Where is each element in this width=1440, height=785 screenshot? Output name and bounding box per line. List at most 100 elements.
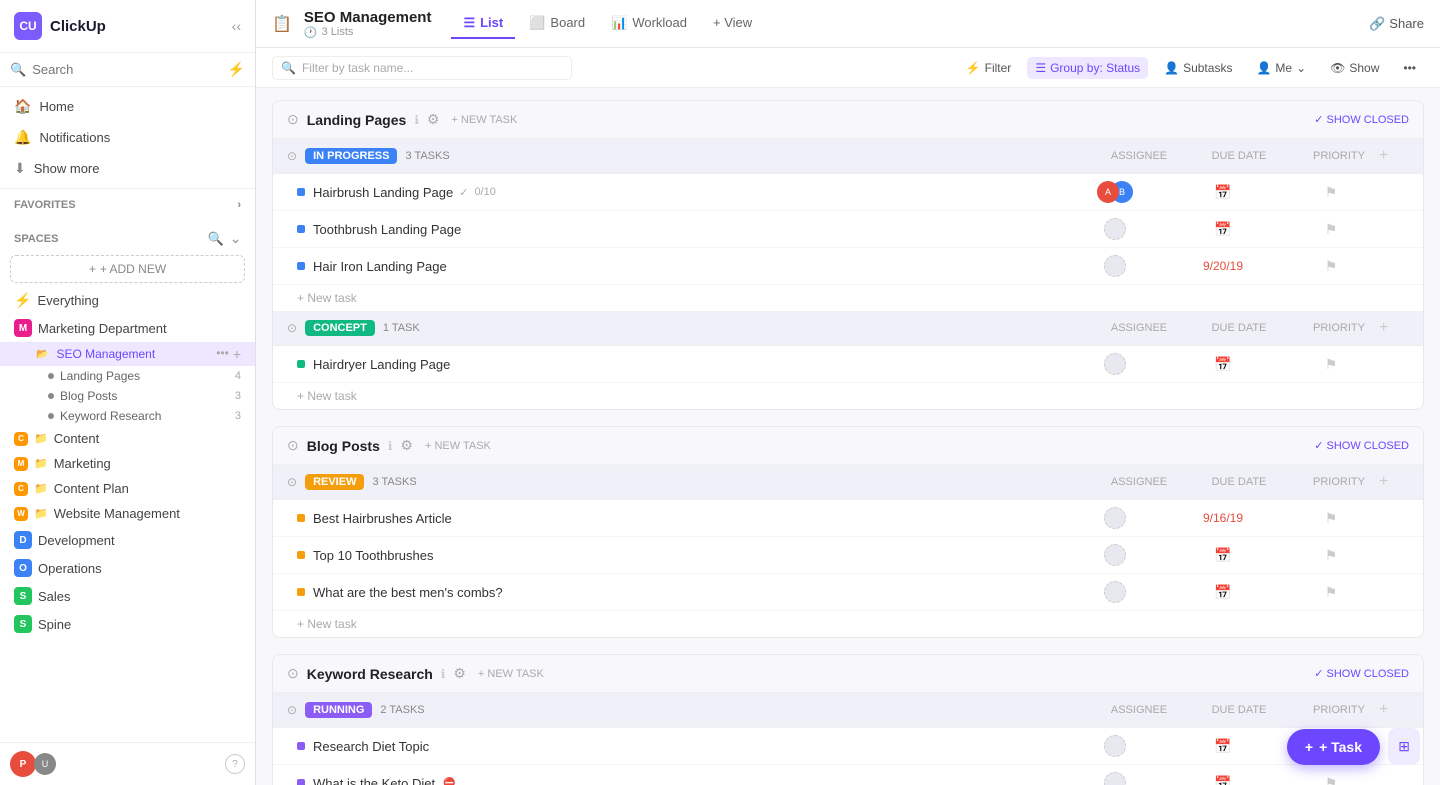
tab-board[interactable]: ⬜ Board: [517, 9, 597, 39]
lightning-icon[interactable]: ⚡: [228, 61, 245, 78]
search-bar[interactable]: 🔍 ⚡: [0, 53, 255, 87]
sidebar-item-content[interactable]: C 📁 Content: [0, 426, 255, 451]
task-assignee[interactable]: [1075, 544, 1155, 566]
user-avatar-2[interactable]: U: [34, 753, 56, 775]
sidebar-item-notifications[interactable]: 🔔 Notifications: [0, 122, 255, 153]
task-assignee[interactable]: [1075, 507, 1155, 529]
grid-view-button[interactable]: ⊞: [1388, 728, 1420, 765]
tab-workload[interactable]: 📊 Workload: [599, 9, 699, 39]
concept-collapse-icon[interactable]: ⊙: [287, 321, 297, 335]
show-button[interactable]: 👁 Show: [1322, 57, 1387, 79]
add-col-icon-3[interactable]: +: [1379, 473, 1409, 491]
new-task-row-1[interactable]: + New task: [273, 285, 1423, 311]
table-row[interactable]: Research Diet Topic 📅 ⚑: [273, 728, 1423, 765]
task-priority[interactable]: ⚑: [1291, 775, 1371, 785]
sidebar-item-operations[interactable]: O Operations: [0, 554, 255, 582]
task-due-date[interactable]: 📅: [1163, 738, 1283, 755]
sidebar-item-home[interactable]: 🏠 Home: [0, 91, 255, 122]
task-priority[interactable]: ⚑: [1291, 258, 1371, 275]
search-input[interactable]: [32, 62, 221, 77]
sidebar-item-development[interactable]: D Development: [0, 526, 255, 554]
table-row[interactable]: Top 10 Toothbrushes 📅 ⚑: [273, 537, 1423, 574]
task-assignee[interactable]: [1075, 255, 1155, 277]
blog-posts-info-icon[interactable]: ℹ: [388, 439, 393, 453]
sidebar-item-marketing-dept[interactable]: M Marketing Department: [0, 314, 255, 342]
task-due-date[interactable]: 📅: [1163, 547, 1283, 564]
search-spaces-icon[interactable]: 🔍: [208, 231, 224, 247]
collapse-sidebar-button[interactable]: ‹‹: [232, 18, 241, 34]
seo-add-icon[interactable]: +: [233, 346, 241, 362]
table-row[interactable]: What is the Keto Diet ⛔ 📅 ⚑: [273, 765, 1423, 785]
help-icon[interactable]: ?: [225, 754, 245, 774]
sidebar-item-seo-management[interactable]: 📂 SEO Management ••• +: [0, 342, 255, 366]
sidebar-item-content-plan[interactable]: C 📁 Content Plan: [0, 476, 255, 501]
review-collapse-icon[interactable]: ⊙: [287, 475, 297, 489]
add-task-button[interactable]: + + Task: [1287, 729, 1380, 765]
sidebar-item-keyword-research[interactable]: Keyword Research 3: [0, 406, 255, 426]
add-new-button[interactable]: + + ADD NEW: [10, 255, 245, 283]
blog-posts-show-closed[interactable]: ✓ SHOW CLOSED: [1314, 439, 1409, 452]
new-task-row-2[interactable]: + New task: [273, 383, 1423, 409]
table-row[interactable]: Toothbrush Landing Page 📅 ⚑: [273, 211, 1423, 248]
task-priority[interactable]: ⚑: [1291, 547, 1371, 564]
table-row[interactable]: Hair Iron Landing Page 9/20/19 ⚑: [273, 248, 1423, 285]
sidebar-item-show-more[interactable]: ⬇ Show more: [0, 153, 255, 184]
table-row[interactable]: What are the best men's combs? 📅 ⚑: [273, 574, 1423, 611]
keyword-research-show-closed[interactable]: ✓ SHOW CLOSED: [1314, 667, 1409, 680]
share-button[interactable]: 🔗 Share: [1369, 16, 1424, 32]
keyword-research-add-task-inline[interactable]: + NEW TASK: [478, 668, 544, 680]
seo-more-icon[interactable]: •••: [216, 346, 229, 362]
task-priority[interactable]: ⚑: [1291, 221, 1371, 238]
spaces-expand-icon[interactable]: ⌄: [230, 231, 241, 247]
blog-posts-collapse-icon[interactable]: ⊙: [287, 437, 299, 454]
add-col-icon-4[interactable]: +: [1379, 701, 1409, 719]
landing-pages-add-task-inline[interactable]: + NEW TASK: [451, 114, 517, 126]
blog-posts-add-task-inline[interactable]: + NEW TASK: [425, 440, 491, 452]
blog-posts-settings-icon[interactable]: ⚙: [400, 437, 413, 454]
task-priority[interactable]: ⚑: [1291, 584, 1371, 601]
group-by-button[interactable]: ☰ Group by: Status: [1027, 57, 1148, 79]
keyword-research-settings-icon[interactable]: ⚙: [453, 665, 466, 682]
task-assignee[interactable]: [1075, 735, 1155, 757]
task-assignee[interactable]: A B: [1075, 181, 1155, 203]
task-due-date[interactable]: 📅: [1163, 775, 1283, 785]
more-options-button[interactable]: •••: [1395, 57, 1424, 79]
task-priority[interactable]: ⚑: [1291, 510, 1371, 527]
new-task-row-3[interactable]: + New task: [273, 611, 1423, 637]
task-priority[interactable]: ⚑: [1291, 184, 1371, 201]
table-row[interactable]: Hairbrush Landing Page ✓ 0/10 A B 📅 ⚑: [273, 174, 1423, 211]
sidebar-item-marketing[interactable]: M 📁 Marketing: [0, 451, 255, 476]
sidebar-item-everything[interactable]: ⚡ Everything: [0, 287, 255, 314]
table-row[interactable]: Hairdryer Landing Page 📅 ⚑: [273, 346, 1423, 383]
task-due-date[interactable]: 9/16/19: [1163, 511, 1283, 525]
filter-button[interactable]: ⚡ Filter: [958, 57, 1020, 79]
add-col-icon-2[interactable]: +: [1379, 319, 1409, 337]
add-col-icon-1[interactable]: +: [1379, 147, 1409, 165]
sidebar-item-sales[interactable]: S Sales: [0, 582, 255, 610]
task-assignee[interactable]: [1075, 581, 1155, 603]
sidebar-item-website-management[interactable]: W 📁 Website Management: [0, 501, 255, 526]
sidebar-item-landing-pages[interactable]: Landing Pages 4: [0, 366, 255, 386]
landing-pages-settings-icon[interactable]: ⚙: [427, 111, 440, 128]
landing-pages-show-closed[interactable]: ✓ SHOW CLOSED: [1314, 113, 1409, 126]
sidebar-item-spine[interactable]: S Spine: [0, 610, 255, 638]
task-priority[interactable]: ⚑: [1291, 356, 1371, 373]
in-progress-collapse-icon[interactable]: ⊙: [287, 149, 297, 163]
keyword-research-info-icon[interactable]: ℹ: [441, 667, 446, 681]
filter-search[interactable]: 🔍 Filter by task name...: [272, 56, 572, 80]
add-view-button[interactable]: + View: [701, 9, 764, 38]
me-button[interactable]: 👤 Me ⌄: [1248, 57, 1314, 79]
user-avatar[interactable]: P: [10, 751, 36, 777]
tab-list[interactable]: ☰ List: [451, 9, 515, 39]
keyword-research-collapse-icon[interactable]: ⊙: [287, 665, 299, 682]
task-due-date[interactable]: 📅: [1163, 184, 1283, 201]
landing-pages-info-icon[interactable]: ℹ: [414, 113, 419, 127]
task-due-date[interactable]: 📅: [1163, 221, 1283, 238]
task-assignee[interactable]: [1075, 353, 1155, 375]
task-assignee[interactable]: [1075, 218, 1155, 240]
landing-pages-collapse-icon[interactable]: ⊙: [287, 111, 299, 128]
favorites-expand-icon[interactable]: ›: [237, 199, 241, 211]
task-due-date[interactable]: 📅: [1163, 356, 1283, 373]
table-row[interactable]: Best Hairbrushes Article 9/16/19 ⚑: [273, 500, 1423, 537]
task-assignee[interactable]: [1075, 772, 1155, 785]
